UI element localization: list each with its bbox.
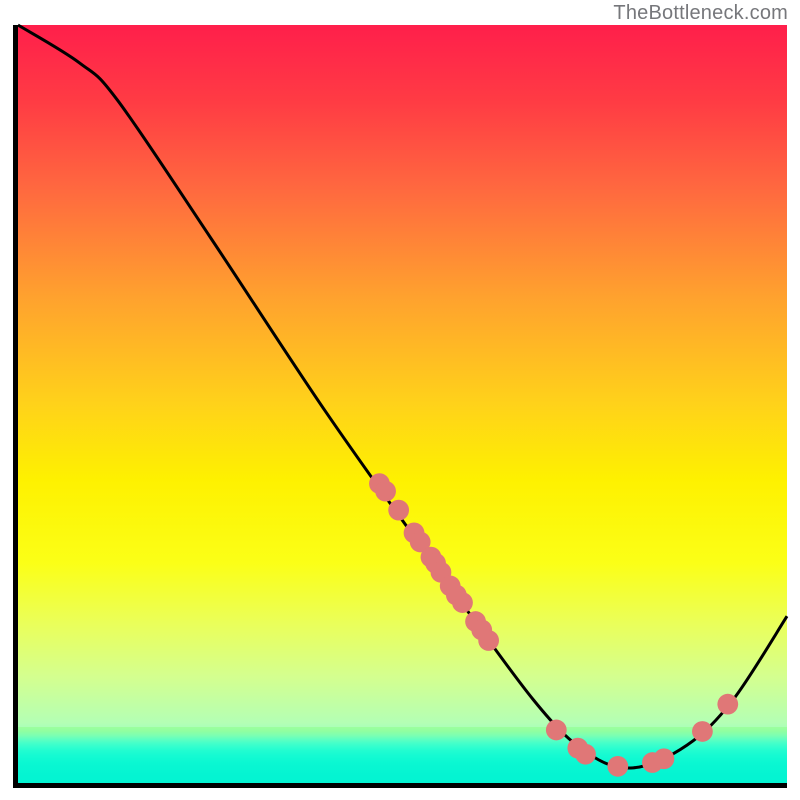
data-point xyxy=(452,592,473,613)
data-point xyxy=(717,694,738,715)
data-point xyxy=(654,748,675,769)
data-point xyxy=(692,721,713,742)
data-point xyxy=(546,720,567,741)
data-points xyxy=(369,473,738,776)
chart-svg xyxy=(18,25,787,783)
data-point xyxy=(375,481,396,502)
data-point xyxy=(607,756,628,777)
data-point xyxy=(388,500,409,521)
data-point xyxy=(478,630,499,651)
data-point xyxy=(575,744,596,765)
chart-frame xyxy=(13,25,787,788)
bottleneck-curve xyxy=(18,25,787,768)
watermark-text: TheBottleneck.com xyxy=(613,2,788,25)
